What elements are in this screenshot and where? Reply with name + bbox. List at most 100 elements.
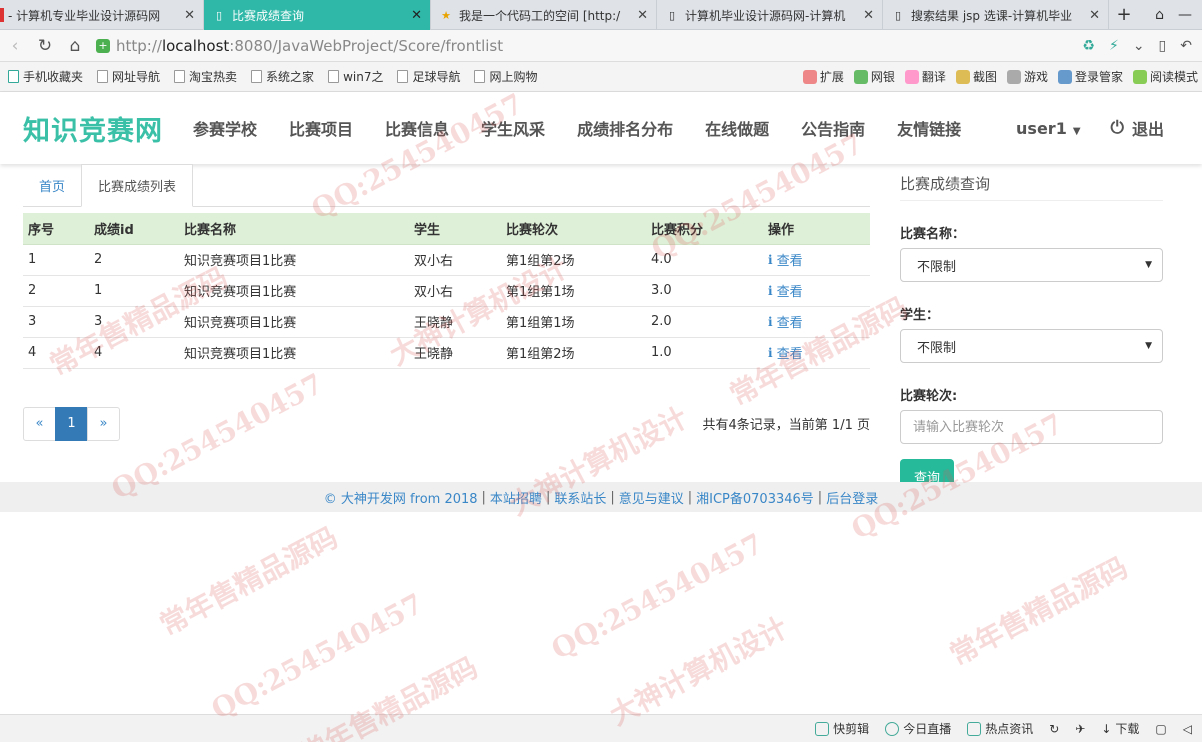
contest-label: 比赛名称： — [900, 227, 966, 242]
reload-icon[interactable]: ↻ — [30, 36, 60, 56]
extension-item[interactable]: 翻译 — [904, 68, 946, 85]
crumb-current[interactable]: 比赛成绩列表 — [81, 164, 194, 207]
browser-tab-active[interactable]: ▯ 比赛成绩查询 ✕ — [204, 0, 431, 30]
window-controls: ⌂ — — [1155, 0, 1202, 29]
back-icon[interactable]: ‹ — [0, 36, 30, 56]
undo-icon[interactable]: ↶ — [1180, 38, 1192, 54]
footer-link-jobs[interactable]: 本站招聘 — [490, 488, 542, 507]
page-button-current[interactable]: 1 — [55, 406, 88, 441]
student-select[interactable]: 不限制 ▼ — [900, 329, 1163, 363]
nav-item-projects[interactable]: 比赛项目 — [281, 116, 361, 140]
browser-tab[interactable]: ★ 我是一个代码工的空间 [http:/ ✕ — [431, 0, 657, 30]
column-header: 比赛积分 — [646, 213, 763, 245]
page-icon — [174, 70, 186, 83]
browser-tab[interactable]: - 计算机专业毕业设计源码网 ✕ — [0, 0, 204, 30]
extension-item[interactable]: 阅读模式 — [1132, 68, 1198, 85]
user-area: user1 ▼ ⏻ 退出 — [1016, 116, 1202, 140]
status-item[interactable]: 热点资讯 — [967, 720, 1033, 737]
sidebar-title: 比赛成绩查询 — [900, 164, 1163, 201]
phone-icon[interactable]: ▯ — [1159, 38, 1167, 54]
table-header-row: 序号 成绩id 比赛名称 学生 比赛轮次 比赛积分 操作 — [23, 213, 870, 245]
extension-item[interactable]: 登录管家 — [1057, 68, 1123, 85]
status-item[interactable]: 快剪辑 — [815, 720, 869, 737]
new-tab-button[interactable]: + — [1109, 0, 1139, 29]
extension-item[interactable]: 游戏 — [1006, 68, 1048, 85]
footer-link-icp[interactable]: 湘ICP备0703346号 — [696, 488, 814, 507]
user-menu[interactable]: user1 ▼ — [1016, 119, 1081, 138]
power-icon: ⏻ — [1110, 118, 1124, 138]
footer-link-feedback[interactable]: 意见与建议 — [619, 488, 684, 507]
close-icon[interactable]: ✕ — [637, 8, 648, 23]
bookmark-item[interactable]: 网址导航 — [97, 68, 160, 85]
main-content: 首页 比赛成绩列表 序号 成绩id 比赛名称 学生 比赛轮次 比赛积分 操作 1… — [23, 164, 870, 441]
refresh-icon[interactable]: ↻ — [1049, 722, 1059, 736]
browser-tab[interactable]: ▯ 搜索结果 jsp 选课-计算机毕业 ✕ — [883, 0, 1109, 30]
browser-tab[interactable]: ▯ 计算机毕业设计源码网-计算机 ✕ — [657, 0, 883, 30]
column-header: 比赛名称 — [179, 213, 409, 245]
nav-item-schools[interactable]: 参赛学校 — [185, 116, 265, 140]
window-icon[interactable]: ▢ — [1155, 722, 1166, 736]
footer-separator: | — [545, 489, 551, 505]
bookmark-item[interactable]: 足球导航 — [397, 68, 460, 85]
bookmark-item[interactable]: win7之 — [328, 68, 383, 85]
chevron-down-icon[interactable]: ⌄ — [1133, 38, 1145, 54]
bookmark-item[interactable]: 淘宝热卖 — [174, 68, 237, 85]
nav-item-notices[interactable]: 公告指南 — [793, 116, 873, 140]
view-link[interactable]: i 查看 — [768, 250, 803, 270]
view-link[interactable]: i 查看 — [768, 343, 803, 363]
minimize-icon[interactable]: — — [1178, 7, 1192, 23]
status-item[interactable]: 今日直播 — [885, 720, 951, 737]
pin-icon[interactable]: ✈ — [1075, 722, 1085, 736]
address-bar: ‹ ↻ ⌂ + http://localhost:8080/JavaWebPro… — [0, 30, 1202, 62]
logout-button[interactable]: ⏻ 退出 — [1111, 116, 1164, 140]
tab-title: 搜索结果 jsp 选课-计算机毕业 — [911, 8, 1073, 23]
extension-item[interactable]: 网银 — [853, 68, 895, 85]
lightning-icon[interactable]: ⚡ — [1109, 38, 1119, 54]
nav-item-links[interactable]: 友情链接 — [889, 116, 969, 140]
caret-down-icon: ▼ — [1145, 341, 1152, 351]
url-field[interactable]: + http://localhost:8080/JavaWebProject/S… — [96, 37, 1082, 55]
footer-link-contact[interactable]: 联系站长 — [554, 488, 606, 507]
bank-icon — [853, 69, 868, 84]
close-icon[interactable]: ✕ — [184, 8, 195, 23]
recycle-icon[interactable]: ♻ — [1082, 38, 1095, 54]
site-logo[interactable]: 知识竞赛网 — [23, 109, 163, 148]
view-link[interactable]: i 查看 — [768, 281, 803, 301]
bookmark-item[interactable]: 系统之家 — [251, 68, 314, 85]
browser-status-bar: 快剪辑 今日直播 热点资讯 ↻ ✈ ↓ 下载 ▢ ◁ — [0, 714, 1202, 742]
cell-contest: 知识竞赛项目1比赛 — [179, 275, 409, 307]
status-item[interactable]: ↓ 下载 — [1101, 720, 1139, 737]
url-path: :8080/JavaWebProject/Score/frontlist — [229, 36, 504, 55]
table-row: 1 2 知识竞赛项目1比赛 双小右 第1组第2场 4.0 i 查看 — [23, 244, 870, 276]
cell-round: 第1组第2场 — [501, 244, 646, 276]
cell-round: 第1组第1场 — [501, 306, 646, 338]
extension-item[interactable]: 扩展 — [802, 68, 844, 85]
footer-copyright[interactable]: © 大神开发网 from 2018 — [324, 488, 478, 507]
tab-title: 计算机毕业设计源码网-计算机 — [685, 8, 846, 23]
watermark-text: 常年售精品源码 — [944, 550, 1133, 672]
close-icon[interactable]: ✕ — [1089, 8, 1100, 23]
home-icon[interactable]: ⌂ — [60, 36, 90, 56]
bookmark-item[interactable]: 网上购物 — [474, 68, 537, 85]
view-link[interactable]: i 查看 — [768, 312, 803, 332]
shirt-icon[interactable]: ⌂ — [1155, 7, 1164, 23]
volume-icon[interactable]: ◁ — [1183, 722, 1192, 736]
nav-item-online-quiz[interactable]: 在线做题 — [697, 116, 777, 140]
cell-contest: 知识竞赛项目1比赛 — [179, 306, 409, 338]
close-icon[interactable]: ✕ — [863, 8, 874, 23]
footer-link-admin[interactable]: 后台登录 — [826, 488, 878, 507]
crumb-home[interactable]: 首页 — [23, 164, 81, 206]
next-page-button[interactable]: » — [87, 406, 120, 441]
phone-icon — [8, 70, 19, 83]
prev-page-button[interactable]: « — [23, 406, 56, 441]
close-icon[interactable]: ✕ — [411, 8, 422, 23]
extension-item[interactable]: 截图 — [955, 68, 997, 85]
round-input[interactable] — [900, 410, 1163, 444]
nav-item-contests[interactable]: 比赛信息 — [377, 116, 457, 140]
nav-item-students[interactable]: 学生风采 — [473, 116, 553, 140]
play-icon — [885, 721, 900, 736]
contest-select[interactable]: 不限制 ▼ — [900, 248, 1163, 282]
nav-item-ranking[interactable]: 成绩排名分布 — [569, 116, 681, 140]
watermark-text: QQ:254540457 — [205, 586, 429, 727]
bookmark-item[interactable]: 手机收藏夹 — [8, 68, 83, 85]
